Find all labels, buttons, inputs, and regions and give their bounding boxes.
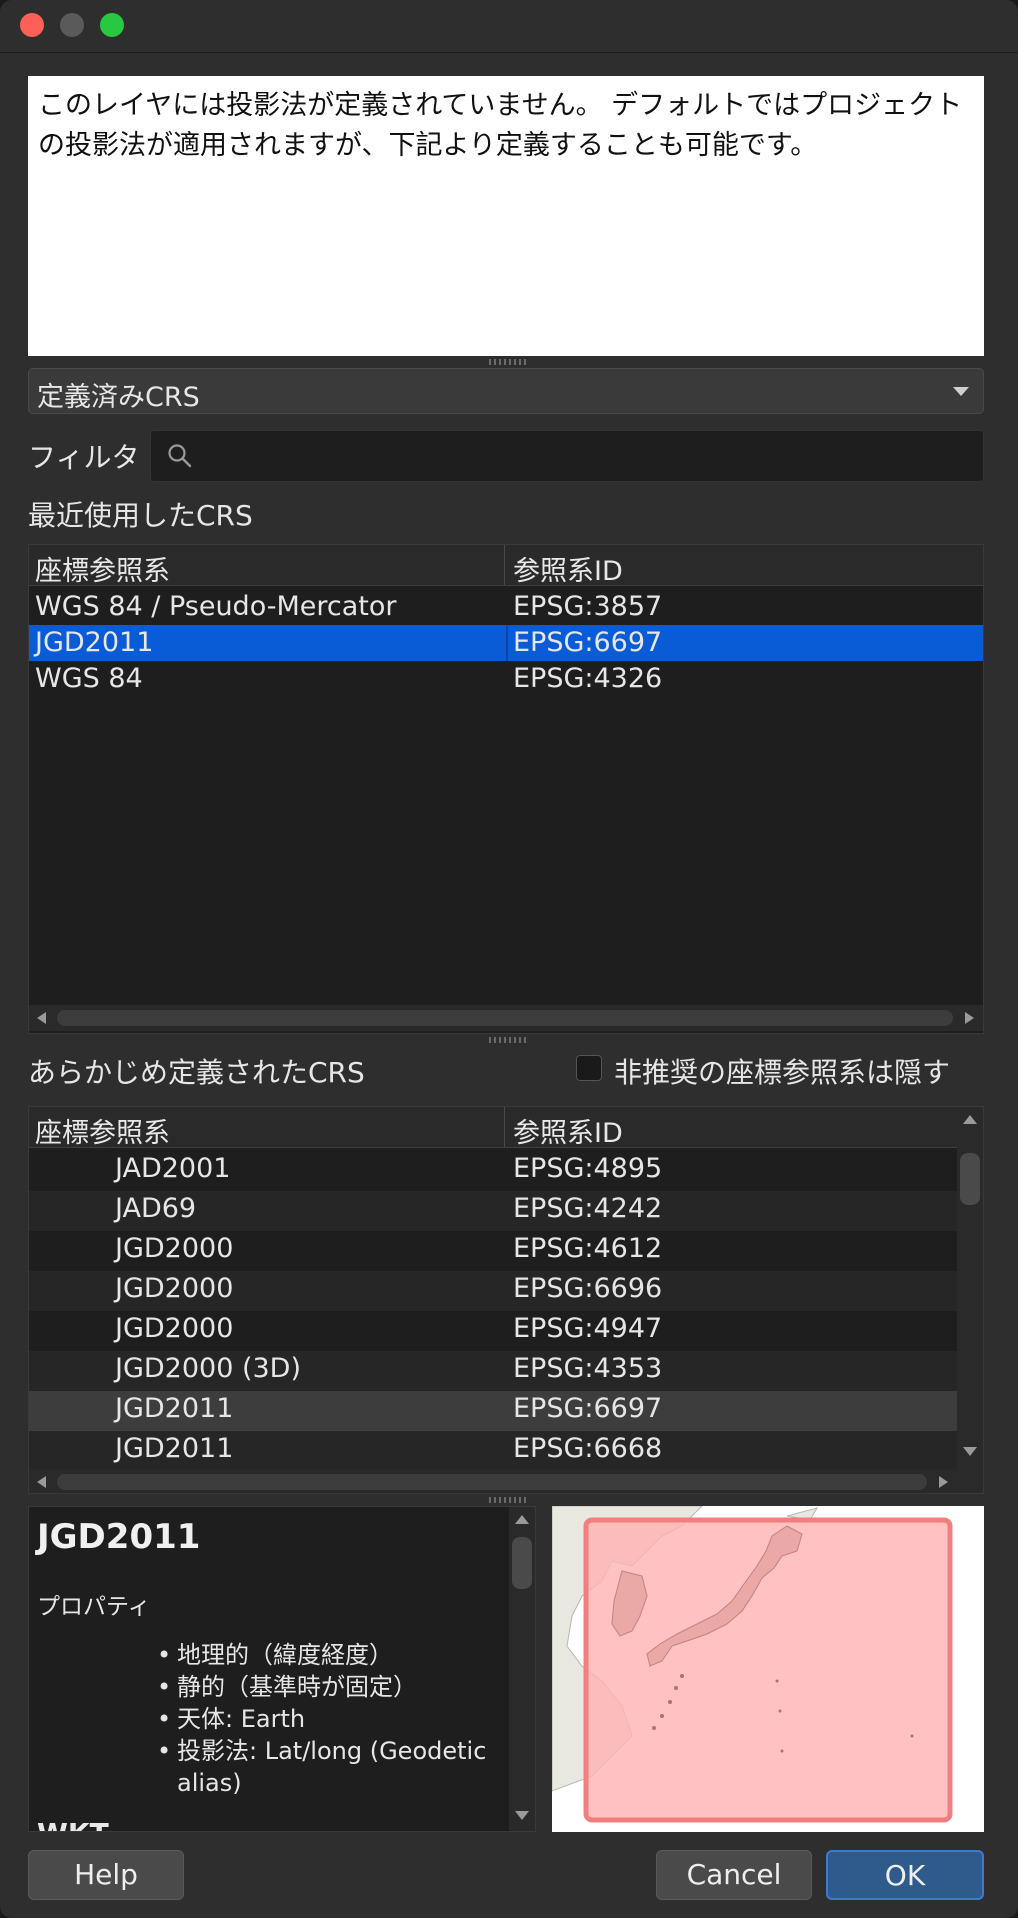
- property-item: 静的（基準時が固定）: [157, 1671, 527, 1703]
- crs-id-cell: EPSG:4326: [513, 663, 663, 694]
- help-button[interactable]: Help: [28, 1850, 184, 1900]
- scrollbar-thumb[interactable]: [512, 1537, 532, 1589]
- table-row[interactable]: JGD2000 (3D) EPSG:4353: [29, 1351, 957, 1391]
- minimize-window-button[interactable]: [60, 13, 84, 37]
- cancel-button[interactable]: Cancel: [656, 1850, 812, 1900]
- table-row[interactable]: JGD2011 EPSG:6668: [29, 1431, 957, 1471]
- crs-id-cell: EPSG:4353: [513, 1353, 663, 1384]
- crs-name-cell: JGD2000 (3D): [115, 1353, 302, 1384]
- crs-id-cell: EPSG:4612: [513, 1233, 663, 1264]
- crs-name-cell: JGD2011: [115, 1433, 234, 1464]
- crs-name-cell: JGD2000: [115, 1313, 234, 1344]
- table-row[interactable]: JGD2000 EPSG:6696: [29, 1271, 957, 1311]
- vertical-scrollbar[interactable]: [509, 1507, 535, 1831]
- properties-list: 地理的（緯度経度） 静的（基準時が固定） 天体: Earth 投影法: Lat/…: [157, 1639, 527, 1799]
- scroll-down-icon[interactable]: [515, 1811, 529, 1820]
- crs-id-cell: EPSG:4895: [513, 1153, 663, 1184]
- hide-deprecated-checkbox[interactable]: [576, 1055, 602, 1081]
- column-header-crs[interactable]: 座標参照系: [35, 1111, 170, 1150]
- extent-map-graphic: [552, 1506, 953, 1823]
- crs-name-cell: JGD2011: [35, 627, 154, 658]
- crs-id-cell: EPSG:6668: [513, 1433, 663, 1464]
- recent-crs-label: 最近使用したCRS: [28, 499, 253, 532]
- title-bar: [0, 0, 1018, 53]
- crs-name-cell: JGD2000: [115, 1273, 234, 1304]
- table-row[interactable]: WGS 84 / Pseudo-Mercator EPSG:3857: [29, 589, 983, 625]
- scroll-down-icon[interactable]: [963, 1447, 977, 1456]
- column-header-id[interactable]: 参照系ID: [513, 549, 623, 588]
- crs-selector-dialog: このレイヤには投影法が定義されていません。 デフォルトではプロジェクトの投影法が…: [0, 0, 1018, 1918]
- scroll-right-icon[interactable]: [939, 1476, 948, 1488]
- filter-input[interactable]: [150, 430, 984, 482]
- table-row[interactable]: JGD2000 EPSG:4947: [29, 1311, 957, 1351]
- crs-extent-map[interactable]: [552, 1506, 984, 1832]
- crs-name-cell: JGD2011: [115, 1393, 234, 1424]
- splitter-handle[interactable]: [489, 1497, 529, 1503]
- crs-id-cell: EPSG:6697: [513, 1393, 663, 1424]
- wkt-heading: WKT: [37, 1817, 109, 1831]
- zoom-window-button[interactable]: [100, 13, 124, 37]
- scrollbar-track[interactable]: [57, 1474, 927, 1490]
- scroll-left-icon[interactable]: [37, 1476, 46, 1488]
- crs-id-cell: EPSG:4947: [513, 1313, 663, 1344]
- crs-mode-combobox[interactable]: 定義済みCRS: [28, 368, 984, 414]
- chevron-down-icon: [953, 387, 969, 396]
- column-header-crs[interactable]: 座標参照系: [35, 549, 170, 588]
- predefined-crs-table: 座標参照系 参照系ID JAD2001 EPSG:4895 JAD69 EPSG:42…: [28, 1106, 984, 1494]
- crs-mode-value: 定義済みCRS: [37, 382, 200, 413]
- table-row[interactable]: WGS 84 EPSG:4326: [29, 661, 983, 697]
- filter-label: フィルタ: [28, 441, 140, 474]
- property-item: 地理的（緯度経度）: [157, 1639, 527, 1671]
- table-row[interactable]: JGD2000 EPSG:4612: [29, 1231, 957, 1271]
- column-header-id[interactable]: 参照系ID: [513, 1111, 623, 1150]
- table-header: 座標参照系 参照系ID: [29, 1107, 957, 1150]
- table-row[interactable]: JGD2011 EPSG:6697: [29, 625, 983, 661]
- table-row[interactable]: JAD2001 EPSG:4895: [29, 1151, 957, 1191]
- crs-name-cell: JAD69: [115, 1193, 197, 1224]
- vertical-scrollbar[interactable]: [957, 1107, 983, 1469]
- horizontal-scrollbar[interactable]: [29, 1005, 983, 1031]
- property-item: 投影法: Lat/long (Geodetic alias): [157, 1735, 527, 1799]
- crs-id-cell: EPSG:6696: [513, 1273, 663, 1304]
- splitter-handle[interactable]: [489, 1037, 529, 1043]
- ok-button[interactable]: OK: [826, 1850, 984, 1900]
- crs-name-cell: WGS 84 / Pseudo-Mercator: [35, 591, 397, 622]
- no-crs-message: このレイヤには投影法が定義されていません。 デフォルトではプロジェクトの投影法が…: [28, 76, 984, 356]
- crs-name-cell: WGS 84: [35, 663, 143, 694]
- properties-label: プロパティ: [37, 1594, 151, 1620]
- crs-info-title: JGD2011: [37, 1517, 201, 1557]
- crs-id-cell: EPSG:4242: [513, 1193, 663, 1224]
- scrollbar-track[interactable]: [57, 1010, 953, 1026]
- table-row[interactable]: JAD69 EPSG:4242: [29, 1191, 957, 1231]
- crs-name-cell: JGD2000: [115, 1233, 234, 1264]
- crs-id-cell: EPSG:6697: [513, 627, 663, 658]
- hide-deprecated-label[interactable]: 非推奨の座標参照系は隠す: [614, 1051, 950, 1091]
- scroll-up-icon[interactable]: [515, 1515, 529, 1524]
- scroll-right-icon[interactable]: [965, 1012, 974, 1024]
- table-header: 座標参照系 参照系ID: [29, 545, 983, 588]
- close-window-button[interactable]: [20, 13, 44, 37]
- recent-crs-table: 座標参照系 参照系ID WGS 84 / Pseudo-Mercator EPSG…: [28, 544, 984, 1034]
- scroll-left-icon[interactable]: [37, 1012, 46, 1024]
- table-row[interactable]: JGD2011 EPSG:6697: [29, 1391, 957, 1431]
- predefined-crs-label: あらかじめ定義されたCRS: [28, 1056, 365, 1089]
- crs-id-cell: EPSG:3857: [513, 591, 663, 622]
- horizontal-scrollbar[interactable]: [29, 1469, 983, 1493]
- crs-info-panel: JGD2011 プロパティ 地理的（緯度経度） 静的（基準時が固定） 天体: E…: [28, 1506, 536, 1832]
- search-icon: [168, 444, 192, 468]
- scrollbar-thumb[interactable]: [960, 1153, 980, 1205]
- scroll-up-icon[interactable]: [963, 1115, 977, 1124]
- crs-name-cell: JAD2001: [115, 1153, 231, 1184]
- property-item: 天体: Earth: [157, 1703, 527, 1735]
- splitter-handle[interactable]: [489, 359, 529, 365]
